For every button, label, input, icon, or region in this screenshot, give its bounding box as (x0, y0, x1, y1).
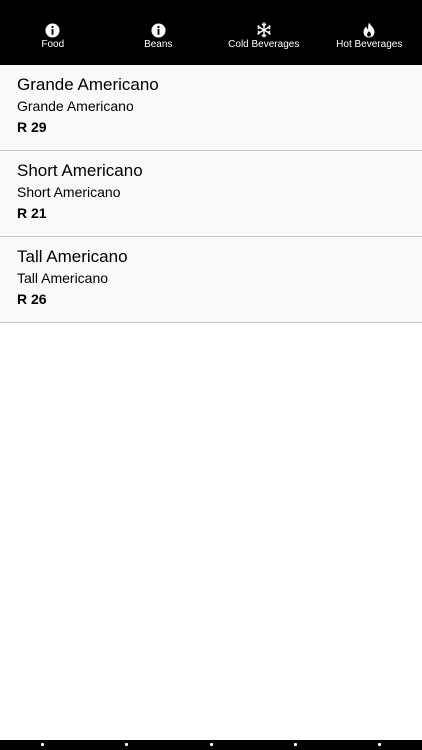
tab-glyph-icon (378, 743, 382, 746)
bottom-tab-3[interactable] (169, 740, 253, 750)
bottom-tab-2[interactable] (84, 740, 168, 750)
tab-cold-beverages[interactable]: Cold Beverages (211, 0, 317, 65)
tab-glyph-icon (293, 743, 297, 746)
app-screen: Food Beans Cold Beverages Hot Beverages … (0, 0, 422, 750)
tab-glyph-icon (125, 743, 129, 746)
item-subtitle: Grande Americano (17, 98, 134, 114)
tab-hot-beverages[interactable]: Hot Beverages (317, 0, 422, 65)
list-item[interactable]: Tall Americano Tall Americano R 26 (0, 237, 422, 323)
bottom-tab-1[interactable] (0, 740, 84, 750)
item-price: R 29 (17, 119, 47, 135)
bottom-tab-5[interactable] (338, 740, 422, 750)
tab-label: Beans (144, 39, 173, 50)
item-subtitle: Tall Americano (17, 270, 109, 286)
tab-label: Hot Beverages (336, 39, 403, 50)
product-list: Grande Americano Grande Americano R 29 S… (0, 65, 422, 323)
item-title: Grande Americano (17, 75, 159, 94)
category-tab-bar: Food Beans Cold Beverages Hot Beverages (0, 0, 422, 65)
bottom-tab-bar (0, 740, 422, 750)
item-title: Tall Americano (17, 247, 128, 266)
list-item[interactable]: Short Americano Short Americano R 21 (0, 151, 422, 237)
tab-beans[interactable]: Beans (106, 0, 212, 65)
info-icon (45, 22, 61, 38)
flame-icon (361, 22, 377, 38)
item-price: R 21 (17, 205, 47, 221)
tab-glyph-icon (40, 743, 44, 746)
tab-label: Food (41, 39, 65, 50)
tab-label: Cold Beverages (228, 39, 300, 50)
tab-glyph-icon (209, 743, 213, 746)
list-item[interactable]: Grande Americano Grande Americano R 29 (0, 65, 422, 151)
bottom-tab-4[interactable] (253, 740, 337, 750)
snowflake-icon (256, 22, 272, 38)
item-subtitle: Short Americano (17, 184, 121, 200)
info-icon (150, 22, 166, 38)
item-price: R 26 (17, 291, 47, 307)
item-title: Short Americano (17, 161, 143, 180)
tab-food[interactable]: Food (0, 0, 106, 65)
